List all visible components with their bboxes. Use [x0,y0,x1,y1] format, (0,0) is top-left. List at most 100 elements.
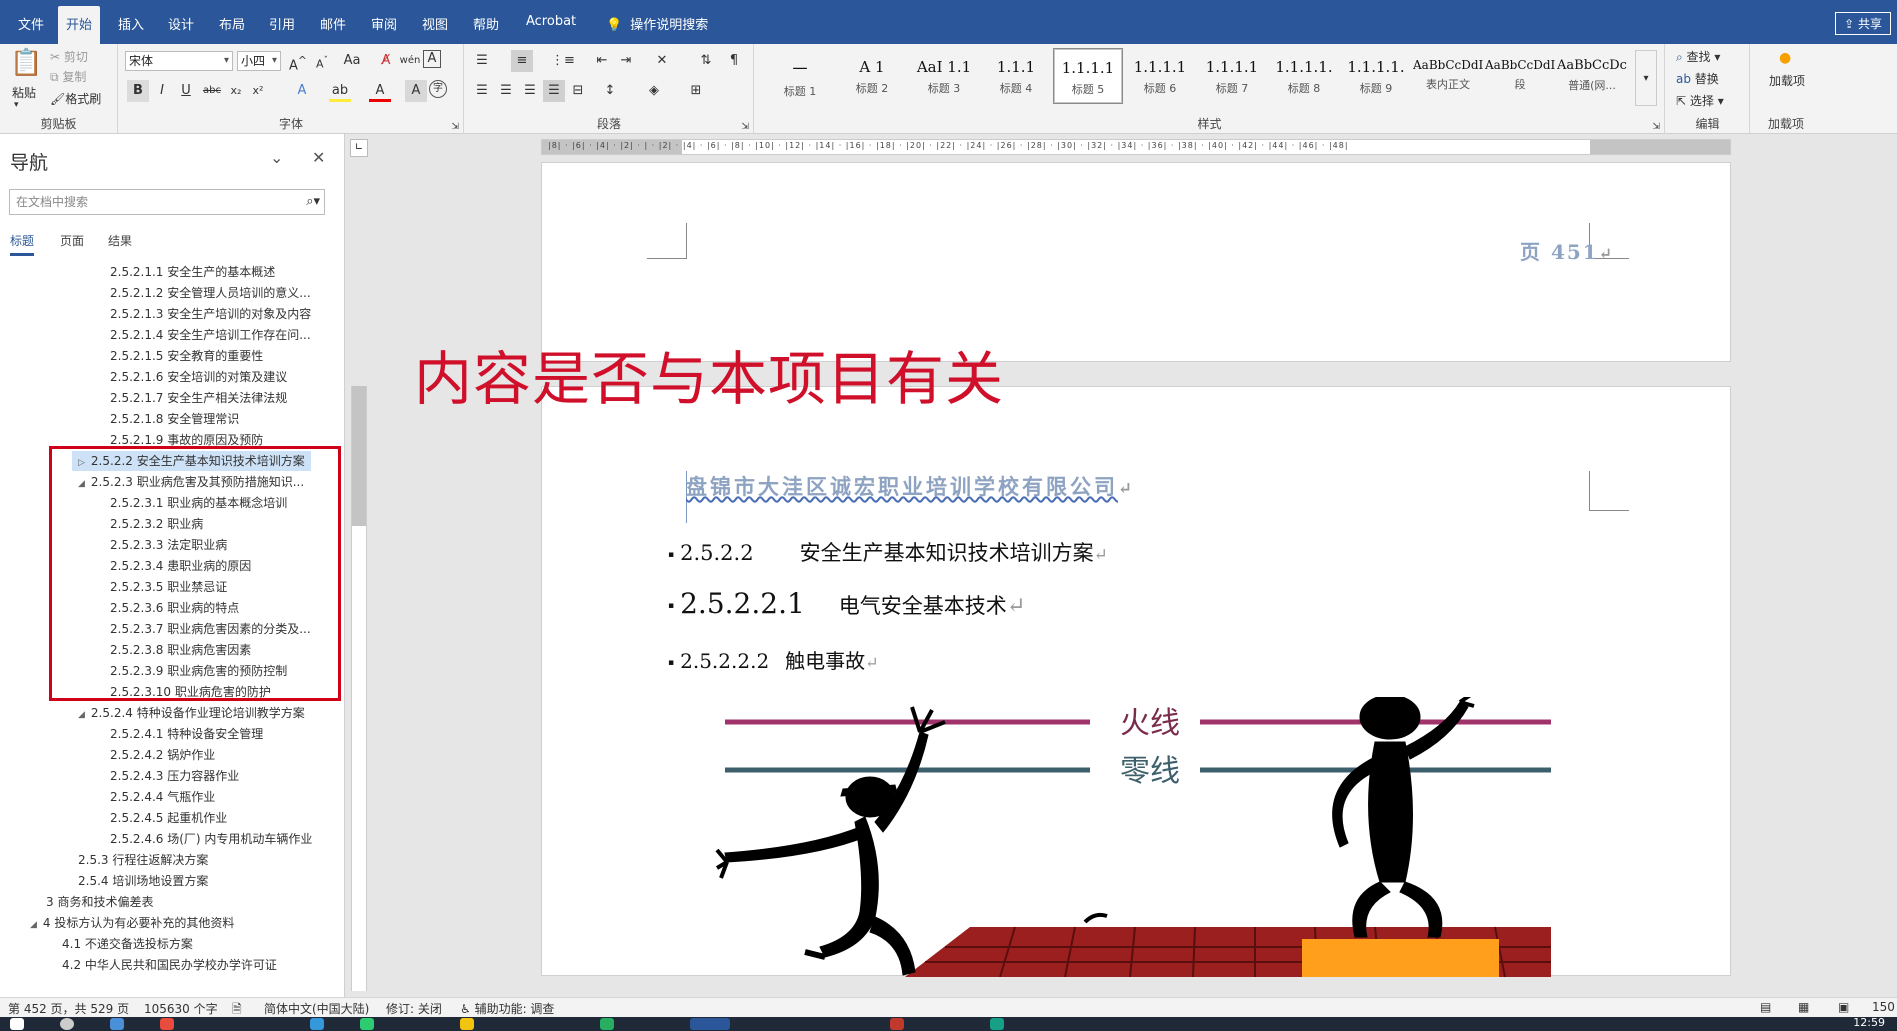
nav-tab-results[interactable]: 结果 [108,232,132,249]
style-heading-3[interactable]: AaI 1.1 标题 3 [909,48,979,104]
style-heading-1[interactable]: 一标题 1 [765,48,835,104]
text-effects-icon[interactable]: A [291,80,313,102]
font-color-icon[interactable]: A [369,80,391,102]
strikethrough-icon[interactable]: abc [201,80,223,102]
grow-font-icon[interactable]: A^ [287,50,309,73]
nav-heading-item[interactable]: 4.1 不递交备选投标方案 [62,934,193,954]
borders-icon[interactable]: ⊞ [685,80,707,102]
bullets-icon[interactable]: ☰ [471,50,493,72]
phonetic-guide-icon[interactable]: wén [399,50,421,72]
tab-acrobat[interactable]: Acrobat [518,12,584,31]
style-heading-4[interactable]: 1.1.1 标题 4 [981,48,1051,104]
highlight-icon[interactable]: ab [329,80,351,102]
tab-mailings[interactable]: 邮件 [312,12,354,35]
addin-icon[interactable]: ● [1779,50,1791,66]
char-border-icon[interactable]: A [423,50,441,68]
nav-heading-item[interactable]: 2.5.4 培训场地设置方案 [78,871,208,891]
heading-2-5-2-2-1[interactable]: ▪ 2.5.2.2.1 电气安全基本技术↵ [668,587,1026,620]
taskbar-app-icon[interactable] [460,1018,474,1030]
language[interactable]: 简体中文(中国大陆) [264,1000,369,1017]
numbering-icon[interactable]: ≡ [511,50,533,72]
nav-options-icon[interactable]: ⌄ [270,148,283,167]
tell-me-search[interactable]: 💡 操作说明搜索 [598,12,716,35]
superscript-icon[interactable]: x² [247,80,269,102]
distributed-icon[interactable]: ⊟ [567,80,589,102]
shading-icon[interactable]: ◈ [643,80,665,102]
styles-dialog-launcher-icon[interactable]: ⇲ [1652,122,1660,132]
taskbar-app-icon[interactable] [600,1018,614,1030]
paragraph-dialog-launcher-icon[interactable]: ⇲ [741,122,749,132]
nav-heading-item[interactable]: 2.5.2.1.2 安全管理人员培训的意义... [110,283,311,303]
increase-indent-icon[interactable]: ⇥ [615,50,637,72]
nav-heading-item[interactable]: 2.5.2.4.3 压力容器作业 [110,766,239,786]
nav-heading-item[interactable]: 2.5.2.1.9 事故的原因及预防 [110,430,263,450]
close-icon[interactable]: ✕ [312,148,325,167]
show-marks-icon[interactable]: ¶ [723,50,745,72]
cut-button[interactable]: ✂ 剪切 [50,48,88,65]
style-heading-8[interactable]: 1.1.1.1. 标题 8 [1269,48,1339,104]
nav-heading-item[interactable]: 2.5.2.1.7 安全生产相关法律法规 [110,388,287,408]
heading-2-5-2-2-2[interactable]: ▪ 2.5.2.2.2 触电事故↵ [668,645,879,674]
search-icon[interactable]: ⌕▾ [306,190,320,214]
nav-heading-current[interactable]: ▷ 2.5.2.2 安全生产基本知识技术培训方案 [72,451,311,471]
nav-heading-item[interactable]: 2.5.2.4.6 场(厂) 内专用机动车辆作业 [110,829,312,849]
collapse-arrow-icon[interactable]: ◢ [30,920,37,930]
collapse-arrow-icon[interactable]: ◢ [78,479,85,489]
web-layout-icon[interactable]: ▣ [1838,1000,1849,1014]
horizontal-ruler[interactable]: |8| · |6| · |4| · |2| · | · |2| · |4| · … [541,139,1731,155]
nav-search-input[interactable]: 在文档中搜索 ⌕▾ [9,189,325,215]
style-table-body[interactable]: AaBbCcDdI 表内正文 [1413,48,1483,104]
accessibility-status[interactable]: ♿ 辅助功能: 调查 [460,1000,554,1017]
style-heading-6[interactable]: 1.1.1.1 标题 6 [1125,48,1195,104]
nav-heading-item[interactable]: 2.5.2.3.8 职业病危害因素 [110,640,251,660]
nav-tab-headings[interactable]: 标题 [10,232,35,256]
taskbar-app-icon[interactable] [990,1018,1004,1030]
taskbar-app-icon[interactable] [890,1018,904,1030]
style-heading-9[interactable]: 1.1.1.1. 标题 9 [1341,48,1411,104]
nav-heading-item[interactable]: 2.5.2.4.4 气瓶作业 [110,787,215,807]
nav-heading-item[interactable]: 2.5.2.1.8 安全管理常识 [110,409,239,429]
paste-button[interactable]: 粘贴 [12,84,36,101]
taskbar-app-icon[interactable] [160,1018,174,1030]
zoom-level[interactable]: 150 [1872,1000,1895,1014]
nav-tab-pages[interactable]: 页面 [60,232,84,249]
copy-button[interactable]: ⧉ 复制 [50,68,86,85]
collapse-arrow-icon[interactable]: ◢ [78,710,85,720]
read-mode-icon[interactable]: ▤ [1760,1000,1771,1014]
font-name-select[interactable]: 宋体 [125,51,233,71]
subscript-icon[interactable]: x₂ [225,80,247,102]
nav-heading-item[interactable]: 2.5.2.3.3 法定职业病 [110,535,227,555]
char-shading-icon[interactable]: A [405,80,427,102]
nav-heading-item[interactable]: 2.5.2.3.7 职业病危害因素的分类及... [110,619,311,639]
nav-heading-item[interactable]: 2.5.2.3.2 职业病 [110,514,203,534]
tab-layout[interactable]: 布局 [211,12,253,35]
print-layout-icon[interactable]: ▦ [1798,1000,1809,1014]
nav-heading-item[interactable]: 2.5.3 行程往返解决方案 [78,850,208,870]
align-left-icon[interactable]: ☰ [471,80,493,102]
tab-view[interactable]: 视图 [414,12,456,35]
chinese-layout-icon[interactable]: ✕ [651,50,673,72]
tab-design[interactable]: 设计 [160,12,202,35]
search-icon[interactable] [60,1018,74,1030]
nav-heading-item[interactable]: ◢ 2.5.2.4 特种设备作业理论培训教学方案 [78,703,305,723]
font-dialog-launcher-icon[interactable]: ⇲ [451,122,459,132]
nav-heading-item[interactable]: ◢ 2.5.2.3 职业病危害及其预防措施知识... [78,472,304,492]
tab-home[interactable]: 开始 [58,6,101,44]
nav-heading-item[interactable]: ◢ 4 投标方认为有必要补充的其他资料 [30,913,234,933]
italic-icon[interactable]: I [151,80,173,102]
justify-icon[interactable]: ☰ [543,80,565,102]
taskbar-app-icon[interactable] [360,1018,374,1030]
nav-heading-item[interactable]: 2.5.2.4.1 特种设备安全管理 [110,724,263,744]
page-count[interactable]: 第 452 页，共 529 页 [8,1000,129,1017]
nav-heading-item[interactable]: 2.5.2.3.10 职业病危害的防护 [110,682,271,702]
taskbar-word-icon[interactable] [690,1018,730,1030]
taskbar-app-icon[interactable] [110,1018,124,1030]
tab-file[interactable]: 文件 [10,12,52,35]
nav-heading-item[interactable]: 2.5.2.1.6 安全培训的对策及建议 [110,367,287,387]
nav-heading-item[interactable]: 2.5.2.4.5 起重机作业 [110,808,227,828]
heading-2-5-2-2[interactable]: ▪ 2.5.2.2 安全生产基本知识技术培训方案↵ [668,537,1108,567]
style-heading-7[interactable]: 1.1.1.1 标题 7 [1197,48,1267,104]
font-size-select[interactable]: 小四 [237,51,281,71]
styles-more-button[interactable]: ▾ [1635,50,1657,106]
nav-heading-item[interactable]: 2.5.2.3.6 职业病的特点 [110,598,239,618]
